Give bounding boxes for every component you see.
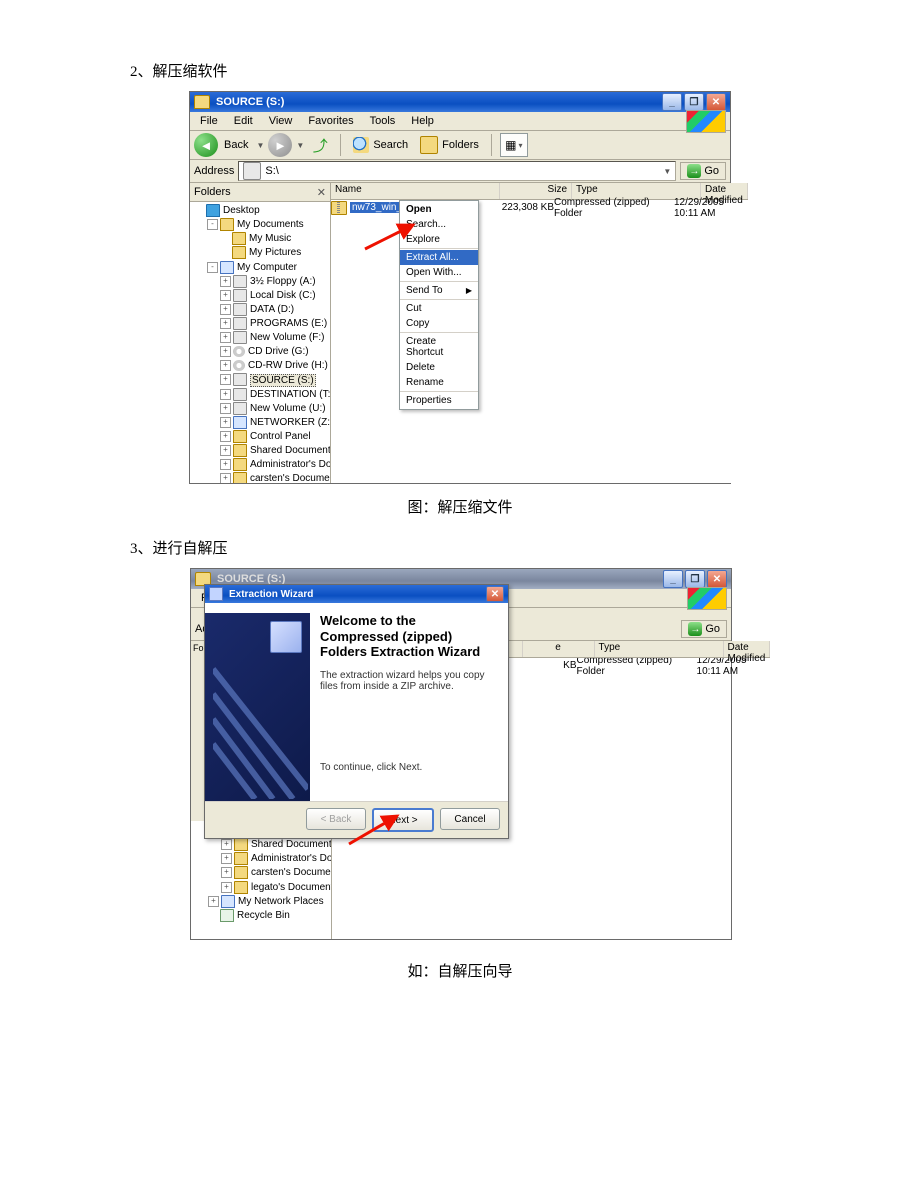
folders-button[interactable]: Folders xyxy=(416,134,483,156)
views-button[interactable]: ▦▾ xyxy=(500,133,528,157)
ctx-extract-all[interactable]: Extract All... xyxy=(400,250,478,265)
addressbar: Address S:\ ▼ → Go xyxy=(190,160,730,183)
forward-button[interactable]: ► xyxy=(268,133,292,157)
address-label: Address xyxy=(194,165,234,177)
windows-flag-icon xyxy=(687,587,727,610)
close-button[interactable]: ✕ xyxy=(706,93,726,111)
up-folder-button[interactable]: ⤴ xyxy=(308,134,332,156)
menu-tools[interactable]: Tools xyxy=(364,113,402,129)
caption-1: 图：解压缩文件 xyxy=(60,496,860,517)
menubar: File Edit View Favorites Tools Help xyxy=(190,112,730,131)
ctx-open[interactable]: Open xyxy=(400,202,478,217)
ctx-explore[interactable]: Explore xyxy=(400,232,478,247)
toolbar-divider xyxy=(491,134,492,156)
close-button[interactable]: ✕ xyxy=(707,570,727,588)
go-arrow-icon: → xyxy=(688,622,702,636)
back-button[interactable]: ◄ xyxy=(194,133,218,157)
minimize-button[interactable]: _ xyxy=(662,93,682,111)
wizard-side-banner xyxy=(205,613,310,801)
wizard-titlebar[interactable]: Extraction Wizard ✕ xyxy=(205,585,508,603)
submenu-arrow-icon: ▶ xyxy=(466,286,472,295)
minimize-button[interactable]: _ xyxy=(663,570,683,588)
titlebar[interactable]: SOURCE (S:) _ ❐ ✕ xyxy=(190,92,730,112)
go-button[interactable]: → Go xyxy=(681,620,727,638)
menu-edit[interactable]: Edit xyxy=(228,113,259,129)
wizard-close-button[interactable]: ✕ xyxy=(486,586,504,602)
zip-icon xyxy=(331,201,347,215)
doc-step3: 3、进行自解压 xyxy=(130,537,860,558)
ctx-rename[interactable]: Rename xyxy=(400,375,478,390)
wizard-next-button[interactable]: Next > xyxy=(372,808,434,832)
menu-help[interactable]: Help xyxy=(405,113,440,129)
file-list-pane: Name Size Type Date Modified nw73_win_x8… xyxy=(331,183,748,483)
wizard-back-button: < Back xyxy=(306,808,366,830)
caption-2: 如：自解压向导 xyxy=(60,960,860,981)
file-size: 223,308 KB xyxy=(491,202,554,213)
menu-file[interactable]: File xyxy=(194,113,224,129)
toolbar-divider xyxy=(340,134,341,156)
file-type: Compressed (zipped) Folder xyxy=(554,197,674,219)
wizard-text-2: To continue, click Next. xyxy=(320,762,492,773)
ctx-search[interactable]: Search... xyxy=(400,217,478,232)
wizard-icon xyxy=(209,587,223,601)
folders-pane: Folders ✕ Desktop -My Documents My Music… xyxy=(190,183,331,483)
wizard-buttons: < Back Next > Cancel xyxy=(205,801,508,838)
wizard-heading: Welcome to the Compressed (zipped) Folde… xyxy=(320,613,492,660)
doc-step2: 2、解压缩软件 xyxy=(130,60,860,81)
file-row[interactable]: nw73_win_x86 223,308 KB Compressed (zipp… xyxy=(331,200,748,215)
close-folders-icon[interactable]: ✕ xyxy=(317,186,326,199)
windows-flag-icon xyxy=(686,110,726,133)
wizard-banner-lines-icon xyxy=(213,649,308,799)
go-button[interactable]: → Go xyxy=(680,162,726,180)
extraction-wizard-dialog: Extraction Wizard ✕ Welcome to the Compr… xyxy=(204,584,509,839)
search-button[interactable]: Search xyxy=(349,134,412,156)
ctx-delete[interactable]: Delete xyxy=(400,360,478,375)
file-date: 12/29/2005 10:11 AM xyxy=(674,197,748,219)
ctx-send-to[interactable]: Send To▶ xyxy=(400,283,478,298)
col-name: Name xyxy=(331,183,500,199)
search-icon xyxy=(353,137,369,153)
ctx-properties[interactable]: Properties xyxy=(400,393,478,408)
ctx-cut[interactable]: Cut xyxy=(400,301,478,316)
address-field[interactable]: S:\ ▼ xyxy=(238,161,676,181)
menu-view[interactable]: View xyxy=(263,113,299,129)
go-arrow-icon: → xyxy=(687,164,701,178)
wizard-text-1: The extraction wizard helps you copy fil… xyxy=(320,670,492,692)
folder-icon xyxy=(194,95,210,109)
maximize-button[interactable]: ❐ xyxy=(684,93,704,111)
dropdown-icon[interactable]: ▼ xyxy=(663,167,671,176)
folders-icon xyxy=(420,136,438,154)
window-title: SOURCE (S:) xyxy=(216,96,284,108)
folders-header: Folders xyxy=(194,186,231,198)
toolbar: ◄ Back ▼ ► ▼ ⤴ Search Folders ▦▾ xyxy=(190,131,730,160)
menu-favorites[interactable]: Favorites xyxy=(302,113,359,129)
drive-icon xyxy=(243,162,261,180)
maximize-button[interactable]: ❐ xyxy=(685,570,705,588)
ctx-open-with[interactable]: Open With... xyxy=(400,265,478,280)
address-value: S:\ xyxy=(265,165,278,177)
wizard-title: Extraction Wizard xyxy=(229,589,313,600)
explorer-window-1: SOURCE (S:) _ ❐ ✕ File Edit View Favorit… xyxy=(189,91,731,484)
back-dropdown-icon[interactable]: ▼ xyxy=(256,141,264,150)
ctx-copy[interactable]: Copy xyxy=(400,316,478,331)
context-menu: Open Search... Explore Extract All... Op… xyxy=(399,200,479,410)
back-label[interactable]: Back xyxy=(224,139,248,151)
wizard-cancel-button[interactable]: Cancel xyxy=(440,808,500,830)
ctx-shortcut[interactable]: Create Shortcut xyxy=(400,334,478,360)
folder-tree[interactable]: Desktop -My Documents My Music My Pictur… xyxy=(190,202,330,483)
forward-dropdown-icon[interactable]: ▼ xyxy=(296,141,304,150)
